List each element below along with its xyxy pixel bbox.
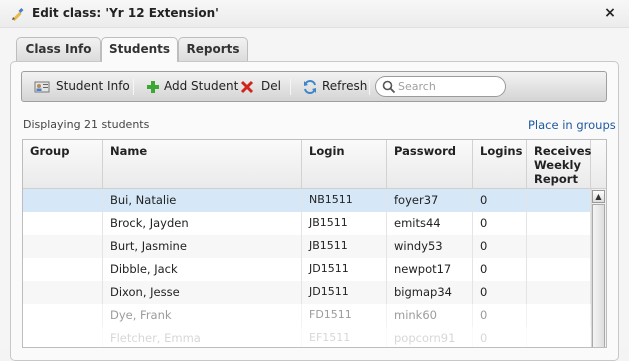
close-button[interactable]: ×: [602, 4, 618, 22]
logins-cell: 0: [473, 212, 527, 235]
column-header-weekly-report[interactable]: Receives Weekly Report: [527, 140, 591, 189]
report-cell: [527, 327, 591, 347]
students-grid: Group Name Login Password Logins Receive…: [22, 139, 607, 348]
group-cell: [23, 327, 103, 347]
name-cell: Fletcher, Emma: [103, 327, 302, 347]
refresh-label: Refresh: [322, 79, 368, 93]
add-student-label: Add Student: [164, 79, 239, 93]
edit-class-dialog: Edit class: 'Yr 12 Extension' × Class In…: [0, 0, 629, 361]
table-row[interactable]: Fletcher, Emma EF1511 popcorn91 0: [23, 327, 591, 347]
logins-cell: 0: [473, 258, 527, 281]
column-header-password[interactable]: Password: [387, 140, 473, 189]
group-cell: [23, 304, 103, 327]
logins-cell: 0: [473, 327, 527, 347]
group-cell: [23, 258, 103, 281]
name-cell: Dye, Frank: [103, 304, 302, 327]
title-bar: Edit class: 'Yr 12 Extension' ×: [0, 0, 629, 28]
tab-class-info[interactable]: Class Info: [16, 37, 101, 61]
password-cell: bigmap34: [387, 281, 473, 304]
column-header-logins[interactable]: Logins: [473, 140, 527, 189]
name-cell: Brock, Jayden: [103, 212, 302, 235]
search-box[interactable]: [375, 76, 506, 97]
name-cell: Bui, Natalie: [103, 189, 302, 212]
scrollbar-thumb[interactable]: [592, 204, 605, 347]
table-row[interactable]: Burt, Jasmine JB1511 windy53 0: [23, 235, 591, 258]
table-row[interactable]: Dibble, Jack JD1511 newpot17 0: [23, 258, 591, 281]
password-cell: popcorn91: [387, 327, 473, 347]
password-cell: emits44: [387, 212, 473, 235]
group-cell: [23, 189, 103, 212]
group-cell: [23, 212, 103, 235]
password-cell: newpot17: [387, 258, 473, 281]
login-cell: EF1511: [302, 327, 387, 347]
group-cell: [23, 281, 103, 304]
login-cell: JD1511: [302, 258, 387, 281]
column-header-login[interactable]: Login: [302, 140, 387, 189]
table-row[interactable]: Bui, Natalie NB1511 foyer37 0: [23, 189, 591, 212]
logins-cell: 0: [473, 189, 527, 212]
tab-students[interactable]: Students: [101, 37, 178, 62]
login-cell: JB1511: [302, 212, 387, 235]
password-cell: windy53: [387, 235, 473, 258]
edit-pencil-icon: [12, 8, 24, 22]
delete-x-icon: [240, 80, 254, 94]
group-cell: [23, 235, 103, 258]
login-cell: JD1511: [302, 281, 387, 304]
table-row[interactable]: Brock, Jayden JB1511 emits44 0: [23, 212, 591, 235]
add-plus-icon: [147, 81, 159, 93]
login-cell: FD1511: [302, 304, 387, 327]
student-card-icon: [34, 81, 50, 93]
dialog-title: Edit class: 'Yr 12 Extension': [32, 6, 219, 20]
name-cell: Burt, Jasmine: [103, 235, 302, 258]
column-header-group[interactable]: Group: [23, 140, 103, 189]
logins-cell: 0: [473, 304, 527, 327]
column-header-name[interactable]: Name: [103, 140, 302, 189]
search-icon: [382, 80, 396, 94]
login-cell: JB1511: [302, 235, 387, 258]
students-toolbar: Student Info Add Student Del Refresh Sea…: [21, 71, 607, 102]
password-cell: foyer37: [387, 189, 473, 212]
logins-cell: 0: [473, 235, 527, 258]
login-cell: NB1511: [302, 189, 387, 212]
report-cell: [527, 258, 591, 281]
scroll-up-arrow-icon[interactable]: ▲: [592, 190, 605, 203]
tab-reports[interactable]: Reports: [178, 37, 248, 61]
report-cell: [527, 281, 591, 304]
logins-cell: 0: [473, 281, 527, 304]
student-info-label: Student Info: [56, 79, 130, 93]
name-cell: Dixon, Jesse: [103, 281, 302, 304]
delete-label: Del: [261, 79, 281, 93]
toolbar-separator: [369, 79, 370, 95]
toolbar-separator: [290, 79, 291, 95]
name-cell: Dibble, Jack: [103, 258, 302, 281]
toolbar-separator: [133, 79, 134, 95]
student-count-text: Displaying 21 students: [23, 118, 150, 131]
grid-header: Group Name Login Password Logins Receive…: [23, 140, 606, 189]
table-row[interactable]: Dye, Frank FD1511 mink60 0: [23, 304, 591, 327]
refresh-icon: [304, 79, 316, 95]
report-cell: [527, 189, 591, 212]
place-in-groups-link[interactable]: Place in groups: [528, 118, 616, 132]
table-row[interactable]: Dixon, Jesse JD1511 bigmap34 0: [23, 281, 591, 304]
report-cell: [527, 304, 591, 327]
password-cell: mink60: [387, 304, 473, 327]
search-input[interactable]: [398, 78, 498, 95]
report-cell: [527, 212, 591, 235]
report-cell: [527, 235, 591, 258]
